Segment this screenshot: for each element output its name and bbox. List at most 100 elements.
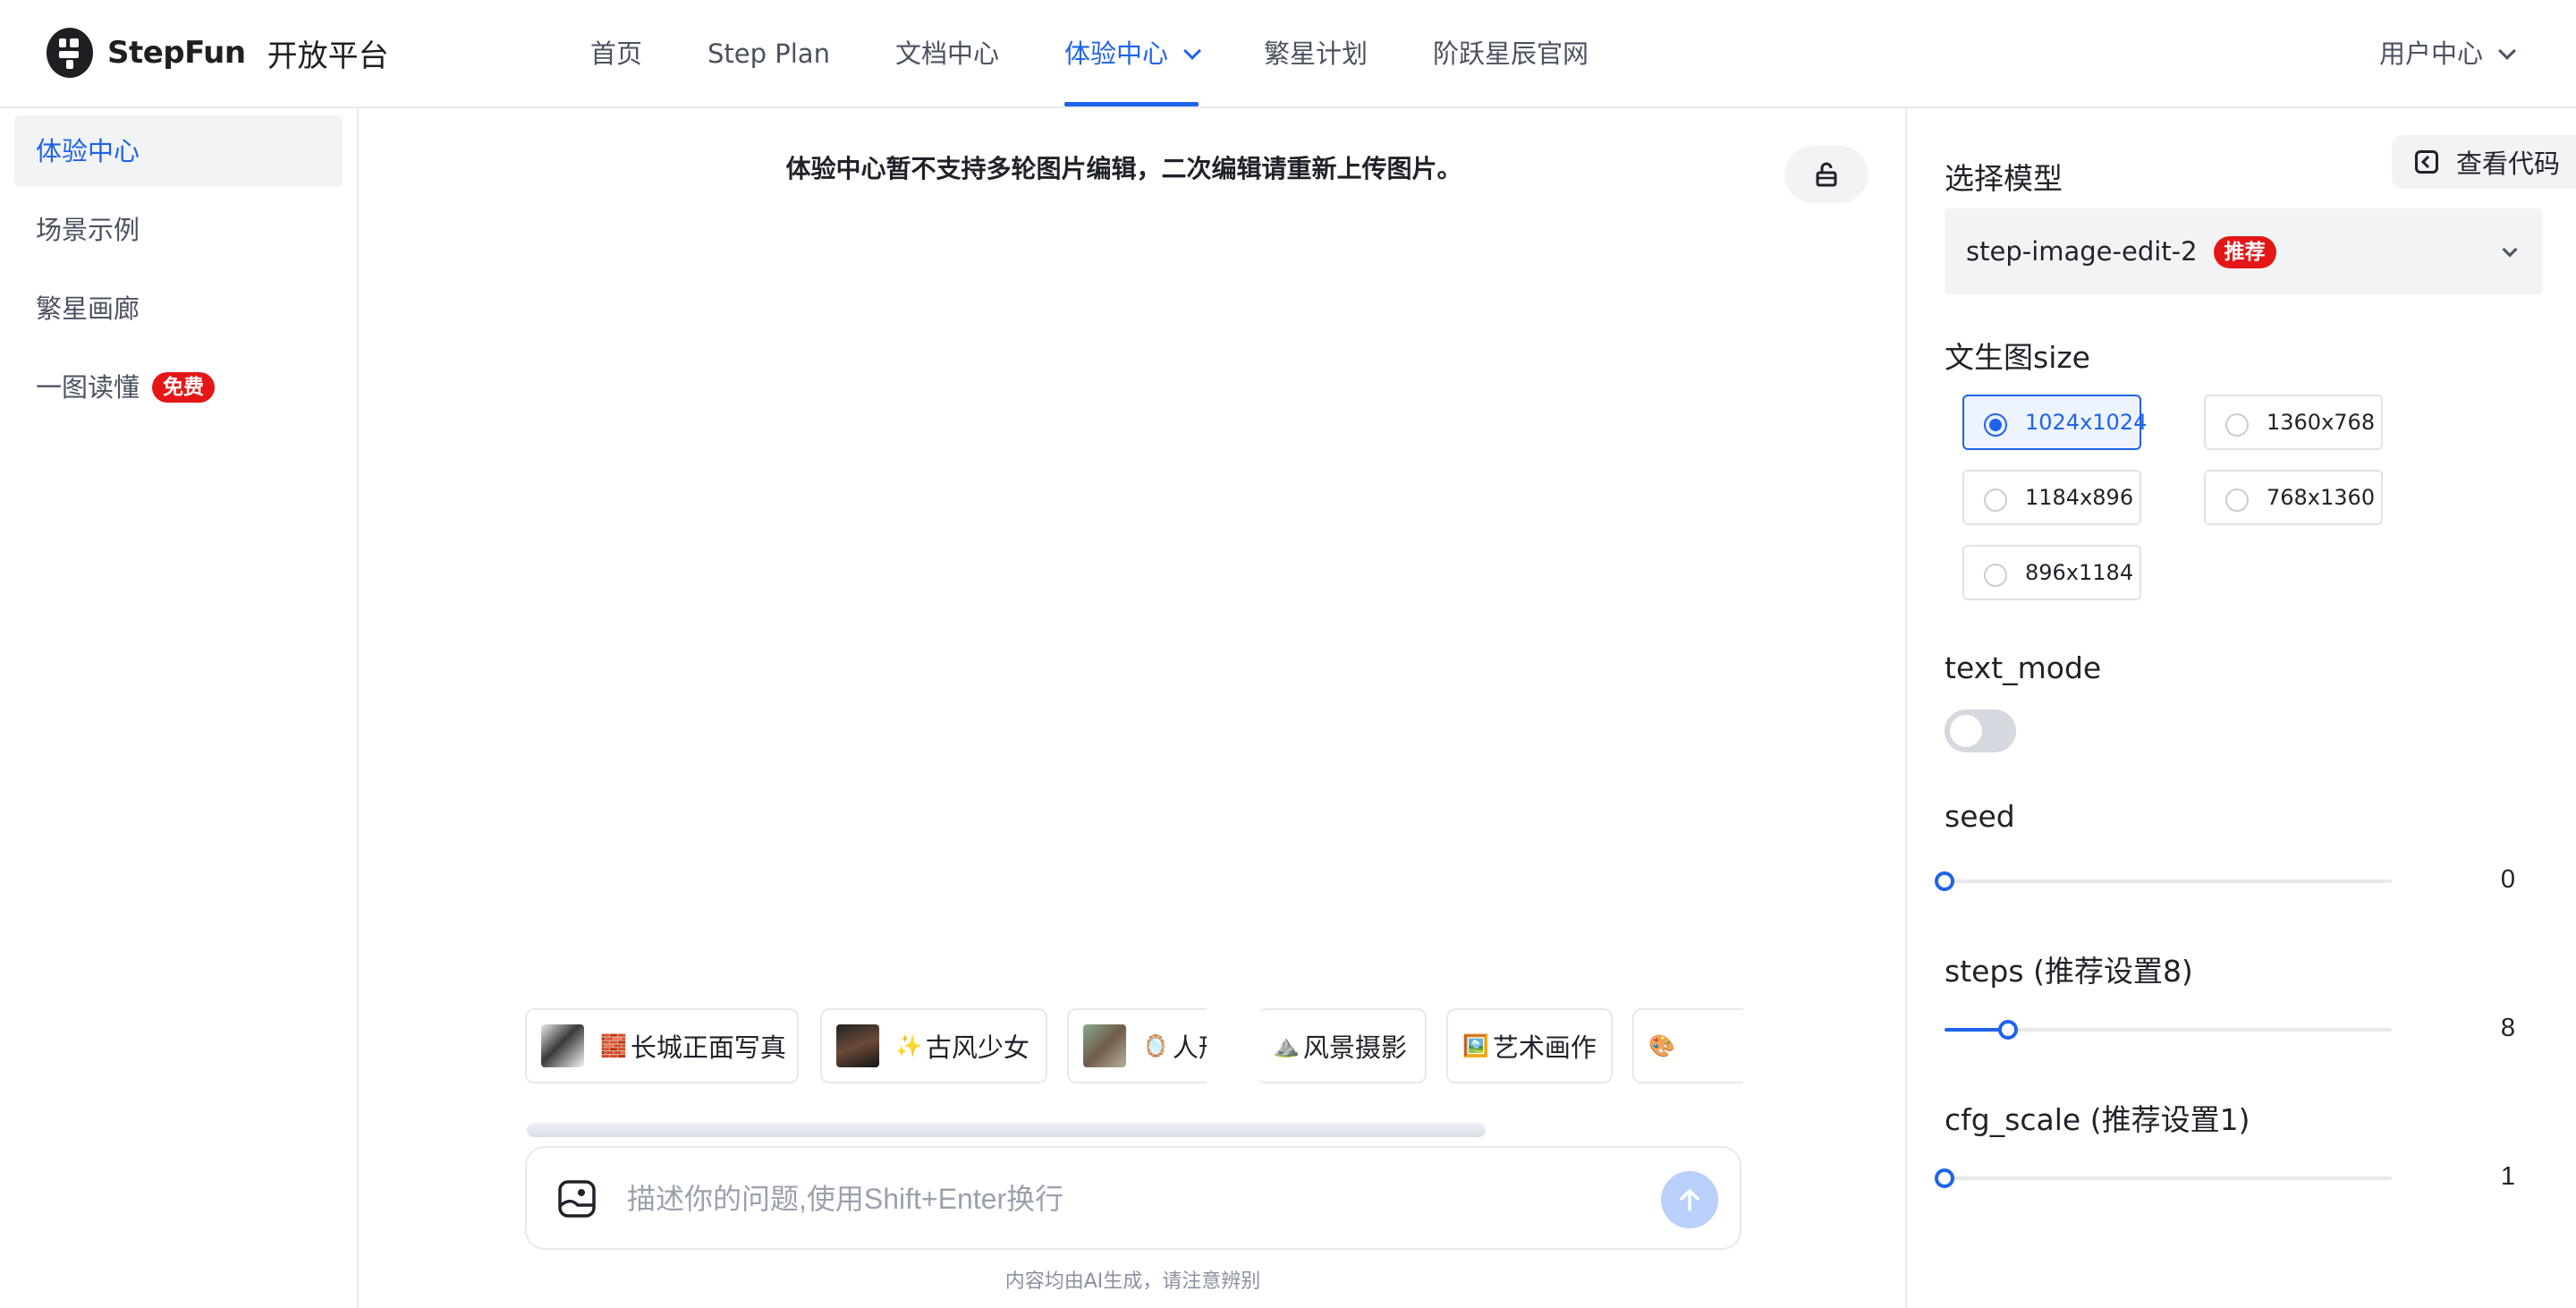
- view-code-label: 查看代码: [2456, 149, 2561, 179]
- top-navigation-bar: StepFun 开放平台 首页 Step Plan 文档中心 体验中心 繁星计划…: [0, 0, 2576, 108]
- nav-experience-center[interactable]: 体验中心: [1063, 0, 1201, 106]
- example-chip-artwork[interactable]: 🖼️ 艺术画作: [1446, 1008, 1613, 1083]
- seed-title: seed: [1945, 799, 2015, 834]
- steps-value: 8: [2500, 1014, 2515, 1042]
- mirror-icon: 🪞: [1142, 1033, 1169, 1058]
- lock-button[interactable]: [1784, 146, 1868, 203]
- brand-name: StepFun: [107, 35, 246, 71]
- brick-icon: 🧱: [600, 1033, 627, 1058]
- toggle-knob: [1950, 715, 1982, 747]
- nav-docs[interactable]: 文档中心: [895, 0, 999, 106]
- framed-picture-icon: 🖼️: [1462, 1033, 1489, 1058]
- radio-icon: [2225, 488, 2249, 512]
- text-mode-toggle[interactable]: [1945, 709, 2016, 752]
- ai-disclaimer: 内容均由AI生成，请注意辨别: [1004, 1270, 1261, 1293]
- free-badge: 免费: [152, 372, 216, 403]
- nav-home[interactable]: 首页: [590, 0, 642, 106]
- chat-area: 体验中心暂不支持多轮图片编辑，二次编辑请重新上传图片。 🧱 长城正面写真 ✨ 古风少…: [360, 108, 1905, 1308]
- example-thumbnail: [836, 1024, 879, 1067]
- size-option-label: 1184x896: [2025, 485, 2134, 510]
- prompt-input[interactable]: [627, 1173, 1611, 1225]
- prompt-input-box: [525, 1146, 1741, 1250]
- nav-star-plan[interactable]: 繁星计划: [1264, 0, 1368, 106]
- radio-icon: [1984, 564, 2007, 587]
- chevron-down-icon: [2498, 42, 2516, 60]
- sparkles-icon: ✨: [895, 1033, 922, 1058]
- size-section-title: 文生图size: [1945, 340, 2090, 375]
- steps-title: steps (推荐设置8): [1945, 954, 2193, 989]
- chip-label: 长城正面写真: [630, 1032, 786, 1063]
- example-prompts: 🧱长城正面写真 ✨古风少女 🪞人形换装: [525, 1008, 1207, 1134]
- user-center-menu[interactable]: 用户中心: [2379, 0, 2516, 106]
- sidebar-item-label: 场景示例: [36, 215, 140, 245]
- send-button[interactable]: [1661, 1171, 1718, 1228]
- chip-label: 人形换装: [1172, 1032, 1207, 1063]
- slider-track: [1945, 1176, 2392, 1180]
- nav-label: Step Plan: [708, 38, 830, 69]
- sidebar-item-label: 繁星画廊: [36, 293, 140, 324]
- model-selected-value: step-image-edit-2: [1966, 236, 2198, 267]
- example-prompts-more: ⛰️ 风景摄影 🖼️ 艺术画作 🎨: [1260, 1008, 1743, 1134]
- example-chip-ancient-girl[interactable]: ✨ 古风少女: [820, 1008, 1047, 1083]
- nav-official-site[interactable]: 阶跃星辰官网: [1433, 0, 1589, 106]
- model-section-title: 选择模型: [1945, 161, 2063, 196]
- steps-slider[interactable]: [1945, 1016, 2392, 1043]
- slider-thumb[interactable]: [1998, 1020, 2018, 1040]
- size-option-label: 1360x768: [2267, 410, 2376, 435]
- example-chip-outfit-swap[interactable]: 🪞人形换装: [1067, 1008, 1207, 1083]
- image-upload-icon[interactable]: [557, 1179, 597, 1219]
- radio-icon: [1984, 413, 2007, 437]
- brand-logo[interactable]: StepFun 开放平台: [47, 28, 389, 78]
- seed-value: 0: [2500, 865, 2515, 894]
- radio-icon: [2225, 413, 2249, 437]
- cfg-scale-title: cfg_scale (推荐设置1): [1945, 1102, 2250, 1137]
- example-chip-great-wall[interactable]: 🧱 长城正面写真: [525, 1008, 799, 1083]
- size-option-1360x768[interactable]: 1360x768: [2204, 395, 2383, 450]
- nav-label: 体验中心: [1063, 38, 1168, 69]
- chip-label: 古风少女: [925, 1032, 1030, 1063]
- nav-label: 首页: [590, 38, 643, 69]
- example-chip-painting[interactable]: 🎨: [1632, 1008, 1743, 1083]
- nav-step-plan[interactable]: Step Plan: [708, 0, 830, 106]
- sidebar-item-experience-center[interactable]: 体验中心: [14, 115, 343, 187]
- size-option-896x1184[interactable]: 896x1184: [1962, 545, 2141, 600]
- cfg-scale-slider[interactable]: [1935, 1165, 2392, 1192]
- nav-label: 繁星计划: [1264, 38, 1368, 69]
- radio-icon: [1984, 488, 2007, 512]
- nav-label: 阶跃星辰官网: [1433, 38, 1589, 69]
- chevron-down-icon: [1183, 42, 1201, 60]
- chips-scrollbar[interactable]: [527, 1123, 1486, 1137]
- sidebar-item-label: 一图读懂: [36, 372, 140, 403]
- sidebar-item-image-reading[interactable]: 一图读懂 免费: [14, 352, 343, 423]
- cfg-scale-value: 1: [2500, 1162, 2515, 1191]
- main-nav: 首页 Step Plan 文档中心 体验中心 繁星计划 阶跃星辰官网: [590, 0, 1654, 106]
- mountain-icon: ⛰️: [1273, 1033, 1300, 1058]
- arrow-up-icon: [1680, 1189, 1699, 1211]
- code-icon: [2415, 150, 2438, 174]
- example-thumbnail: [1083, 1024, 1126, 1067]
- slider-track: [1945, 879, 2392, 883]
- sidebar-item-gallery[interactable]: 繁星画廊: [14, 273, 343, 344]
- nav-label: 文档中心: [894, 38, 999, 69]
- view-code-button[interactable]: 查看代码: [2392, 135, 2576, 189]
- edit-notice: 体验中心暂不支持多轮图片编辑，二次编辑请重新上传图片。: [785, 154, 1462, 183]
- seed-slider[interactable]: [1935, 868, 2392, 895]
- size-option-1184x896[interactable]: 1184x896: [1962, 470, 2141, 525]
- sidebar-item-label: 体验中心: [36, 136, 140, 166]
- example-chip-landscape[interactable]: ⛰️ 风景摄影: [1260, 1008, 1427, 1083]
- size-option-label: 896x1184: [2025, 560, 2134, 585]
- settings-panel: 查看代码 选择模型 step-image-edit-2 推荐 文生图size 10…: [1905, 108, 2576, 1308]
- slider-thumb[interactable]: [1935, 871, 1954, 891]
- size-option-label: 768x1360: [2267, 485, 2376, 510]
- recommended-badge: 推荐: [2213, 236, 2276, 268]
- chip-label: 艺术画作: [1492, 1032, 1597, 1063]
- size-option-1024x1024[interactable]: 1024x1024: [1962, 395, 2147, 450]
- stepfun-logo-icon: [47, 28, 93, 78]
- slider-thumb[interactable]: [1935, 1168, 1954, 1188]
- model-select[interactable]: step-image-edit-2 推荐: [1945, 208, 2542, 294]
- size-option-label: 1024x1024: [2025, 410, 2148, 435]
- brand-subtitle: 开放平台: [267, 38, 389, 74]
- size-option-768x1360[interactable]: 768x1360: [2204, 470, 2383, 525]
- example-thumbnail: [541, 1024, 584, 1067]
- sidebar-item-scenario-examples[interactable]: 场景示例: [14, 194, 343, 266]
